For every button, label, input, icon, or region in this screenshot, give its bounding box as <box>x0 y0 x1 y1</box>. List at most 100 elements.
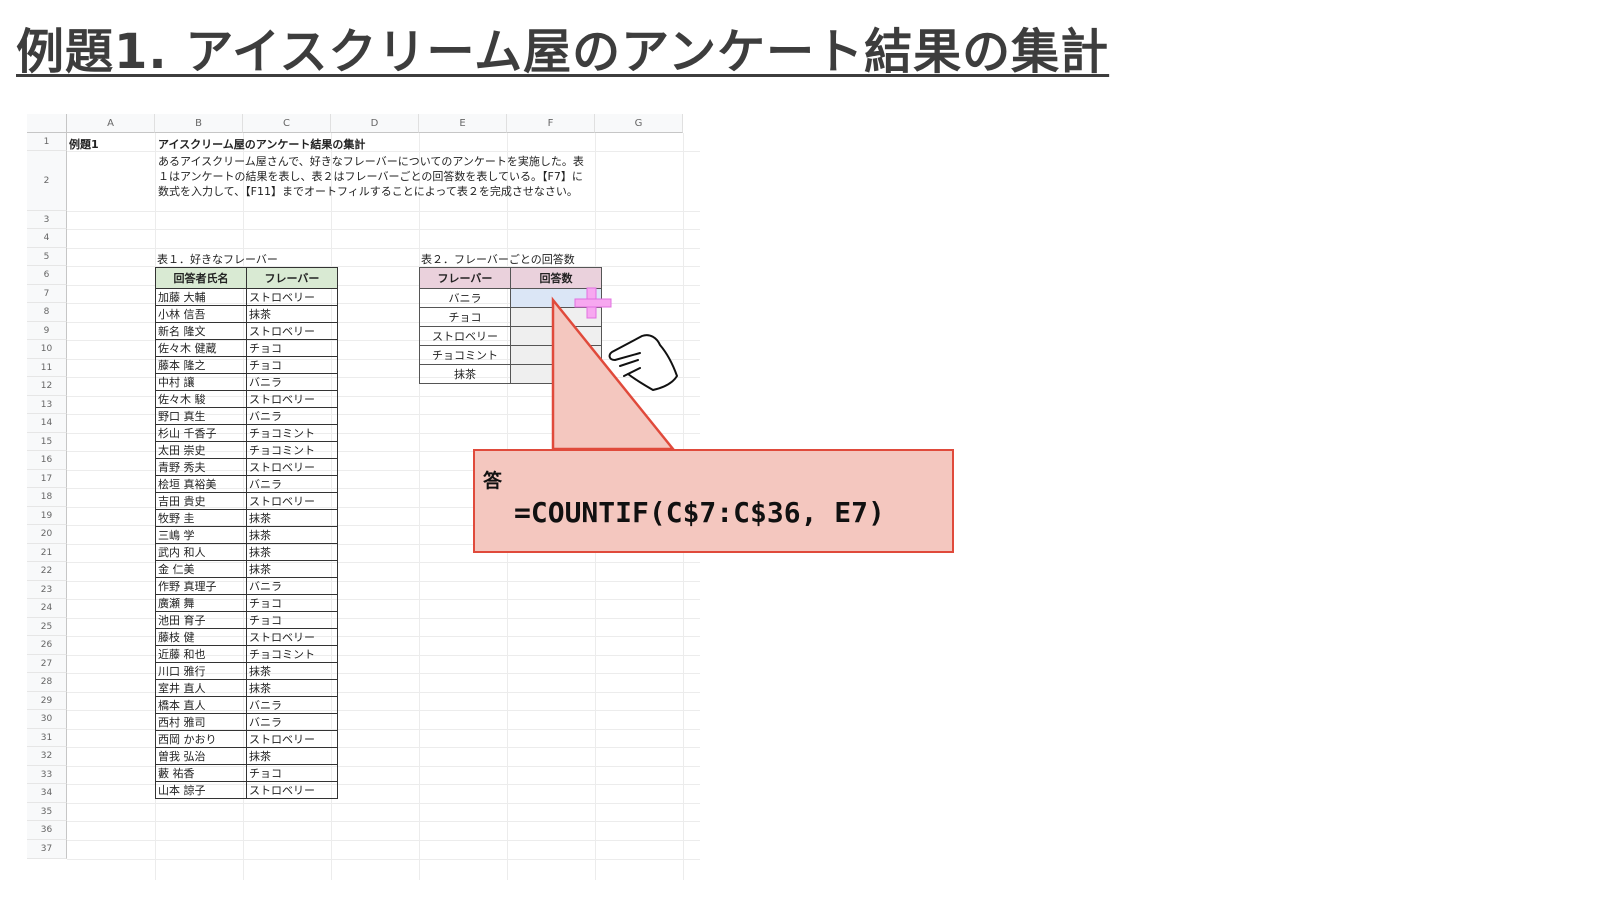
table1-header-name[interactable]: 回答者氏名 <box>155 267 247 289</box>
respondent-name-cell[interactable]: 小林 信吾 <box>155 305 247 323</box>
row-header[interactable]: 15 <box>27 433 67 451</box>
row-header[interactable]: 16 <box>27 451 67 470</box>
respondent-name-cell[interactable]: 佐々木 健蔵 <box>155 339 247 357</box>
column-header[interactable]: B <box>155 114 243 133</box>
table2-header-flavor[interactable]: フレーバー <box>419 267 511 289</box>
flavor-cell[interactable]: ストロベリー <box>246 458 338 476</box>
column-header[interactable]: C <box>243 114 331 133</box>
flavor-cell[interactable]: ストロベリー <box>246 288 338 306</box>
flavor-cell[interactable]: 抹茶 <box>246 662 338 680</box>
row-header[interactable]: 12 <box>27 377 67 396</box>
respondent-name-cell[interactable]: 近藤 和也 <box>155 645 247 663</box>
respondent-name-cell[interactable]: 西村 雅司 <box>155 713 247 731</box>
column-header[interactable]: G <box>595 114 683 133</box>
selected-count-cell-f7[interactable] <box>510 288 602 308</box>
row-header[interactable]: 34 <box>27 784 67 803</box>
flavor-cell[interactable]: バニラ <box>246 475 338 493</box>
table2-flavor-cell[interactable]: 抹茶 <box>419 364 511 384</box>
cell-b2-description[interactable]: あるアイスクリーム屋さんで、好きなフレーバーについてのアンケートを実施した。表１… <box>158 154 588 199</box>
column-header[interactable]: A <box>67 114 155 133</box>
flavor-cell[interactable]: バニラ <box>246 577 338 595</box>
flavor-cell[interactable]: チョコ <box>246 356 338 374</box>
flavor-cell[interactable]: ストロベリー <box>246 492 338 510</box>
flavor-cell[interactable]: バニラ <box>246 407 338 425</box>
row-header[interactable]: 6 <box>27 266 67 285</box>
respondent-name-cell[interactable]: 藤枝 健 <box>155 628 247 646</box>
table2-flavor-cell[interactable]: チョコ <box>419 307 511 327</box>
respondent-name-cell[interactable]: 中村 讓 <box>155 373 247 391</box>
flavor-cell[interactable]: チョコミント <box>246 645 338 663</box>
select-all-corner[interactable] <box>27 114 67 133</box>
row-header[interactable]: 29 <box>27 692 67 710</box>
count-cell[interactable] <box>510 345 602 365</box>
row-header[interactable]: 14 <box>27 414 67 433</box>
respondent-name-cell[interactable]: 橋本 直人 <box>155 696 247 714</box>
respondent-name-cell[interactable]: 桧垣 真裕美 <box>155 475 247 493</box>
column-header[interactable]: D <box>331 114 419 133</box>
row-header[interactable]: 20 <box>27 525 67 544</box>
row-header[interactable]: 22 <box>27 562 67 581</box>
row-header[interactable]: 5 <box>27 248 67 266</box>
flavor-cell[interactable]: ストロベリー <box>246 781 338 799</box>
row-header[interactable]: 27 <box>27 655 67 673</box>
respondent-name-cell[interactable]: 金 仁美 <box>155 560 247 578</box>
flavor-cell[interactable]: 抹茶 <box>246 543 338 561</box>
respondent-name-cell[interactable]: 武内 和人 <box>155 543 247 561</box>
respondent-name-cell[interactable]: 三嶋 学 <box>155 526 247 544</box>
flavor-cell[interactable]: 抹茶 <box>246 560 338 578</box>
flavor-cell[interactable]: ストロベリー <box>246 322 338 340</box>
flavor-cell[interactable]: バニラ <box>246 713 338 731</box>
respondent-name-cell[interactable]: 池田 育子 <box>155 611 247 629</box>
row-header[interactable]: 23 <box>27 581 67 599</box>
flavor-cell[interactable]: 抹茶 <box>246 747 338 765</box>
respondent-name-cell[interactable]: 山本 諒子 <box>155 781 247 799</box>
flavor-cell[interactable]: チョコミント <box>246 424 338 442</box>
respondent-name-cell[interactable]: 廣瀬 舞 <box>155 594 247 612</box>
table2-flavor-cell[interactable]: チョコミント <box>419 345 511 365</box>
flavor-cell[interactable]: チョコ <box>246 611 338 629</box>
flavor-cell[interactable]: 抹茶 <box>246 509 338 527</box>
respondent-name-cell[interactable]: 室井 直人 <box>155 679 247 697</box>
row-header[interactable]: 11 <box>27 359 67 377</box>
respondent-name-cell[interactable]: 藤本 隆之 <box>155 356 247 374</box>
row-header[interactable]: 7 <box>27 285 67 303</box>
row-header[interactable]: 25 <box>27 618 67 636</box>
flavor-cell[interactable]: チョコ <box>246 764 338 782</box>
respondent-name-cell[interactable]: 佐々木 駿 <box>155 390 247 408</box>
respondent-name-cell[interactable]: 青野 秀夫 <box>155 458 247 476</box>
table2-header-count[interactable]: 回答数 <box>510 267 602 289</box>
row-header[interactable]: 24 <box>27 599 67 618</box>
respondent-name-cell[interactable]: 野口 真生 <box>155 407 247 425</box>
flavor-cell[interactable]: ストロベリー <box>246 628 338 646</box>
flavor-cell[interactable]: チョコミント <box>246 441 338 459</box>
row-header[interactable]: 30 <box>27 710 67 729</box>
flavor-cell[interactable]: 抹茶 <box>246 305 338 323</box>
row-header[interactable]: 9 <box>27 322 67 340</box>
table2-flavor-cell[interactable]: バニラ <box>419 288 511 308</box>
row-header[interactable]: 33 <box>27 766 67 784</box>
row-header[interactable]: 18 <box>27 488 67 507</box>
count-cell[interactable] <box>510 307 602 327</box>
row-header[interactable]: 17 <box>27 470 67 488</box>
cell-a1[interactable]: 例題1 <box>69 136 99 152</box>
count-cell[interactable] <box>510 326 602 346</box>
flavor-cell[interactable]: 抹茶 <box>246 679 338 697</box>
respondent-name-cell[interactable]: 作野 真理子 <box>155 577 247 595</box>
table1-header-flavor[interactable]: フレーバー <box>246 267 338 289</box>
row-header[interactable]: 10 <box>27 340 67 359</box>
column-header[interactable]: F <box>507 114 595 133</box>
flavor-cell[interactable]: チョコ <box>246 339 338 357</box>
row-header[interactable]: 13 <box>27 396 67 414</box>
cell-b1-title[interactable]: アイスクリーム屋のアンケート結果の集計 <box>158 136 365 152</box>
count-cell[interactable] <box>510 364 602 384</box>
respondent-name-cell[interactable]: 藪 祐香 <box>155 764 247 782</box>
respondent-name-cell[interactable]: 牧野 圭 <box>155 509 247 527</box>
respondent-name-cell[interactable]: 川口 雅行 <box>155 662 247 680</box>
flavor-cell[interactable]: 抹茶 <box>246 526 338 544</box>
row-header[interactable]: 26 <box>27 636 67 655</box>
row-header[interactable]: 31 <box>27 729 67 747</box>
row-header[interactable]: 32 <box>27 747 67 766</box>
flavor-cell[interactable]: チョコ <box>246 594 338 612</box>
respondent-name-cell[interactable]: 吉田 貴史 <box>155 492 247 510</box>
row-header[interactable]: 3 <box>27 211 67 229</box>
